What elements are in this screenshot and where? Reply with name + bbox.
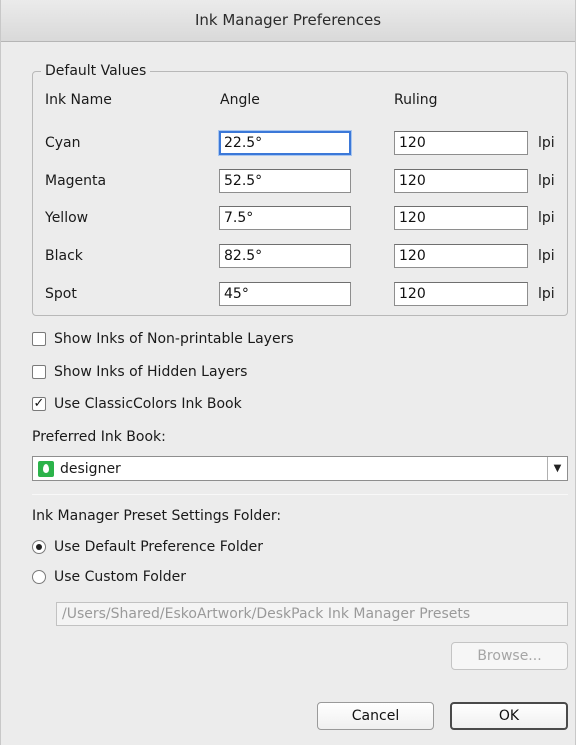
use-classiccolors-option[interactable]: ✓ Use ClassicColors Ink Book [32, 394, 242, 414]
magenta-ruling-unit: lpi [538, 173, 555, 189]
dropdown-arrow-icon[interactable]: ▼ [547, 457, 567, 480]
show-non-printable-label: Show Inks of Non-printable Layers [54, 331, 294, 347]
ink-name-spot: Spot [45, 286, 77, 302]
preferred-ink-book-select[interactable]: designer ▼ [32, 456, 568, 481]
use-default-folder-radio[interactable] [32, 540, 46, 554]
checkmark-icon: ✓ [33, 396, 45, 411]
magenta-ruling-input[interactable]: 120 [394, 169, 528, 193]
use-custom-folder-radio[interactable] [32, 570, 46, 584]
ink-name-magenta: Magenta [45, 173, 107, 189]
spot-angle-input[interactable]: 45° [219, 282, 351, 306]
radio-selected-dot [36, 544, 42, 550]
ink-name-black: Black [45, 248, 83, 264]
yellow-ruling-unit: lpi [538, 210, 555, 226]
black-ruling-input[interactable]: 120 [394, 244, 528, 268]
use-custom-folder-label: Use Custom Folder [54, 569, 186, 585]
ink-manager-preferences-dialog: Ink Manager Preferences Default Values I… [0, 0, 576, 745]
show-non-printable-checkbox[interactable] [32, 332, 46, 346]
window-title: Ink Manager Preferences [1, 0, 575, 42]
show-hidden-option[interactable]: Show Inks of Hidden Layers [32, 362, 247, 382]
magenta-angle-input[interactable]: 52.5° [219, 169, 351, 193]
use-classiccolors-checkbox[interactable]: ✓ [32, 397, 46, 411]
yellow-angle-input[interactable]: 7.5° [219, 206, 351, 230]
cancel-button[interactable]: Cancel [317, 702, 434, 730]
ink-name-yellow: Yellow [45, 210, 89, 226]
show-non-printable-option[interactable]: Show Inks of Non-printable Layers [32, 329, 294, 349]
cyan-ruling-input[interactable]: 120 [394, 131, 528, 155]
ok-button[interactable]: OK [450, 702, 568, 730]
black-angle-input[interactable]: 82.5° [219, 244, 351, 268]
use-default-folder-option[interactable]: Use Default Preference Folder [32, 537, 263, 557]
use-classiccolors-label: Use ClassicColors Ink Book [54, 396, 242, 412]
ink-name-header: Ink Name [45, 92, 112, 108]
use-custom-folder-option[interactable]: Use Custom Folder [32, 567, 186, 587]
custom-folder-path-input[interactable]: /Users/Shared/EskoArtwork/DeskPack Ink M… [56, 602, 568, 626]
default-values-legend: Default Values [41, 62, 151, 80]
angle-header: Angle [220, 92, 260, 108]
preferred-ink-book-label: Preferred Ink Book: [32, 429, 166, 445]
yellow-ruling-input[interactable]: 120 [394, 206, 528, 230]
ink-name-cyan: Cyan [45, 135, 81, 151]
ink-book-icon [38, 460, 54, 477]
spot-ruling-unit: lpi [538, 286, 555, 302]
preferred-ink-book-value: designer [60, 460, 121, 477]
show-hidden-checkbox[interactable] [32, 365, 46, 379]
default-values-group [32, 71, 568, 316]
separator [32, 494, 568, 495]
cyan-ruling-unit: lpi [538, 135, 555, 151]
preset-folder-label: Ink Manager Preset Settings Folder: [32, 508, 282, 524]
black-ruling-unit: lpi [538, 248, 555, 264]
cyan-angle-input[interactable]: 22.5° [219, 131, 351, 155]
browse-button[interactable]: Browse... [451, 642, 568, 670]
spot-ruling-input[interactable]: 120 [394, 282, 528, 306]
ruling-header: Ruling [394, 92, 438, 108]
show-hidden-label: Show Inks of Hidden Layers [54, 364, 248, 380]
use-default-folder-label: Use Default Preference Folder [54, 539, 263, 555]
